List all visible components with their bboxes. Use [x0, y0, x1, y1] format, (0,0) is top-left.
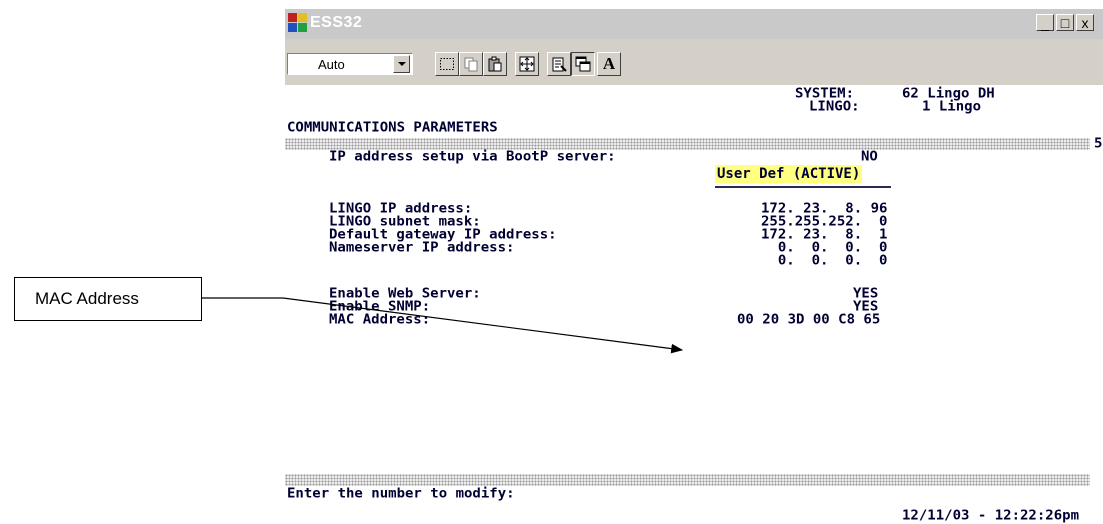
page-number: 5: [1094, 136, 1103, 152]
background-icon: [575, 56, 591, 72]
badge-underline: [715, 186, 891, 188]
window-controls: _ □ x: [1036, 14, 1094, 31]
section-title: COMMUNICATIONS PARAMETERS: [287, 120, 498, 136]
font-button[interactable]: A: [597, 52, 621, 76]
bootp-value[interactable]: NO: [861, 150, 878, 163]
bottom-divider: [285, 474, 1090, 486]
mac-address-label: MAC Address:: [329, 312, 431, 328]
font-size-value: Auto: [318, 57, 345, 72]
maximize-icon: □: [1060, 14, 1070, 31]
mac-address-callout: MAC Address: [14, 277, 202, 321]
properties-icon: [552, 57, 567, 72]
window-title: ESS32: [310, 14, 363, 31]
properties-button[interactable]: [547, 52, 571, 76]
close-icon: x: [1081, 14, 1089, 31]
minimize-icon: _: [1041, 14, 1049, 31]
mode-badge: User Def (ACTIVE): [715, 165, 863, 183]
font-size-select[interactable]: Auto: [287, 53, 413, 75]
close-button[interactable]: x: [1076, 14, 1094, 31]
mac-address-value: 00 20 3D 00 C8 65: [737, 312, 881, 328]
modify-prompt: Enter the number to modify:: [287, 486, 515, 502]
maximize-button[interactable]: □: [1056, 14, 1074, 31]
lingo-label: LINGO:: [809, 99, 860, 115]
paste-icon: [488, 56, 502, 72]
select-button[interactable]: [435, 52, 459, 76]
fullscreen-button[interactable]: [515, 52, 539, 76]
paste-button[interactable]: [483, 52, 507, 76]
copy-button[interactable]: [459, 52, 483, 76]
select-icon: [440, 58, 454, 70]
toolbar: Auto A: [285, 39, 1103, 85]
title-bar[interactable]: ESS32 _ □ x: [285, 9, 1103, 39]
minimize-button[interactable]: _: [1036, 14, 1054, 31]
bootp-label: IP address setup via BootP server:: [329, 149, 616, 165]
copy-icon: [464, 57, 478, 72]
fullscreen-icon: [519, 56, 535, 72]
font-icon: A: [602, 54, 616, 73]
nameserver-label: Nameserver IP address:: [329, 240, 515, 256]
ess32-window: ESS32 _ □ x Auto A SYSTEM: 62 Lingo DH L…: [284, 8, 1103, 524]
datetime: 12/11/03 - 12:22:26pm: [902, 508, 1080, 524]
nameserver-value-2[interactable]: 0. 0. 0. 0: [761, 254, 888, 267]
callout-label: MAC Address: [35, 289, 139, 308]
terminal-screen[interactable]: SYSTEM: 62 Lingo DH LINGO: 1 Lingo COMMU…: [285, 85, 1103, 524]
ess32-app-icon: [288, 13, 307, 32]
chevron-down-icon[interactable]: [393, 55, 410, 73]
background-button[interactable]: [571, 52, 595, 76]
lingo-value: 1 Lingo: [922, 99, 982, 115]
